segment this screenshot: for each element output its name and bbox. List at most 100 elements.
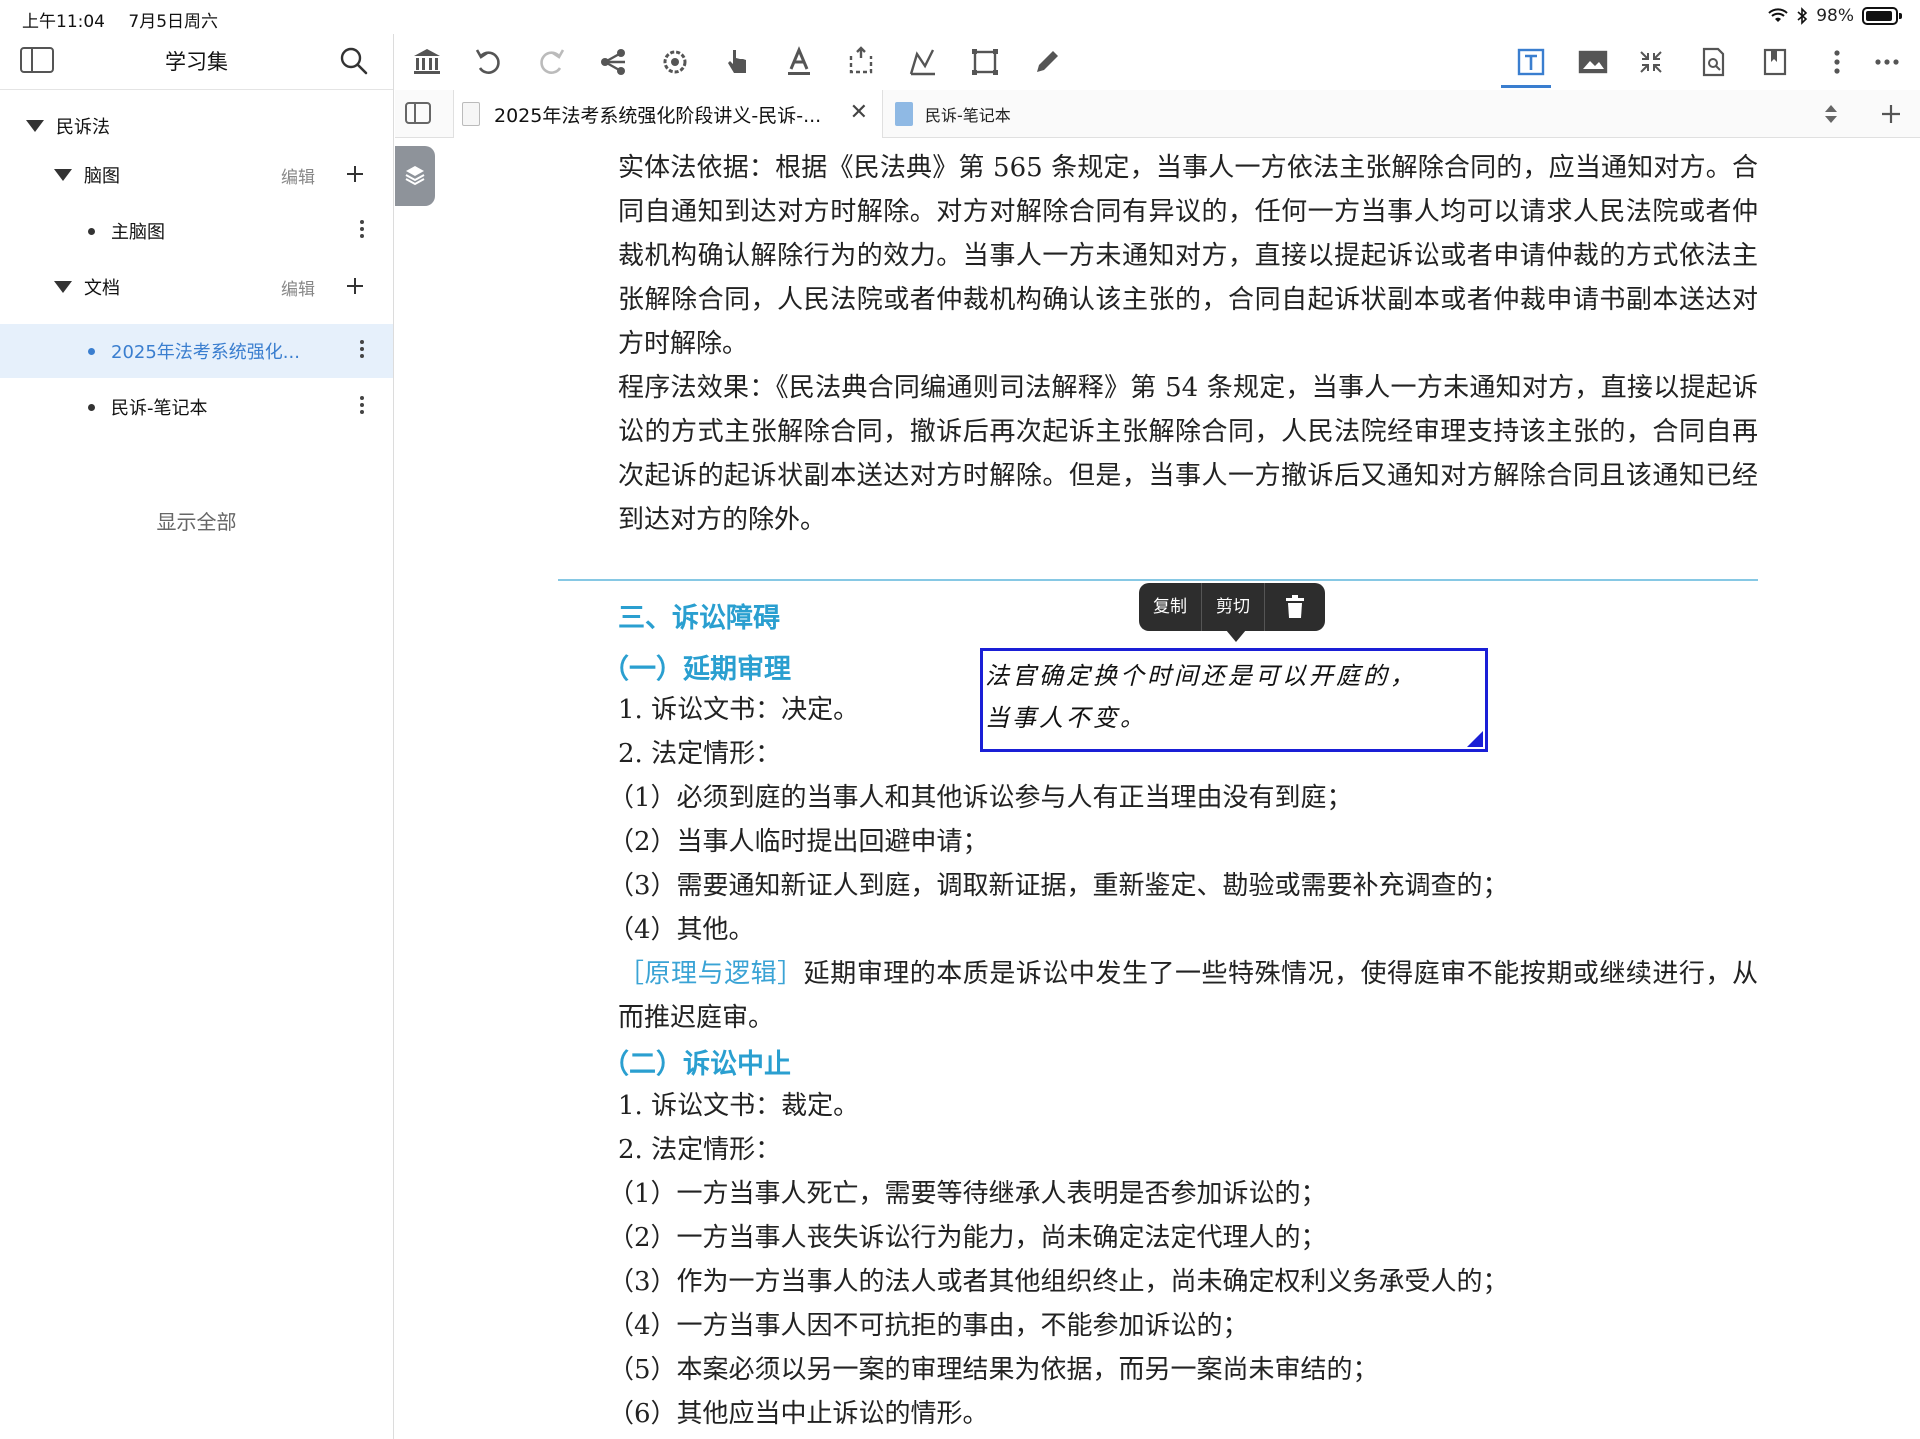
selection-rect-icon[interactable] bbox=[967, 44, 1003, 80]
text-color-icon[interactable] bbox=[781, 44, 817, 80]
tree-item-notebook[interactable]: 民诉-笔记本 bbox=[0, 380, 393, 434]
expand-triangle-icon[interactable] bbox=[54, 169, 72, 181]
share-icon[interactable] bbox=[595, 44, 631, 80]
tree-item-main-mindmap[interactable]: 主脑图 bbox=[0, 204, 393, 258]
status-indicators: 98% bbox=[1768, 6, 1902, 26]
sidebar: 学习集 民诉法 脑图 编辑 主脑图 文档 编辑 2025年法考系统强化... 民… bbox=[0, 34, 394, 1439]
document-icon bbox=[462, 102, 480, 126]
status-time: 上午11:04 bbox=[22, 12, 105, 32]
bullet-icon bbox=[88, 347, 95, 355]
text-line: 1. 诉讼文书：裁定。 bbox=[618, 1091, 860, 1121]
principle-paragraph: ［原理与逻辑］延期审理的本质是诉讼中发生了一些特殊情况，使得庭审不能按期或继续进… bbox=[558, 952, 1758, 1040]
add-icon[interactable] bbox=[339, 158, 371, 190]
textbox-line: 当事人不变。 bbox=[985, 704, 1147, 732]
list-item: （1）必须到庭的当事人和其他诉讼参与人有正当理由没有到庭； bbox=[608, 783, 1353, 813]
more-vertical-icon[interactable] bbox=[359, 338, 365, 362]
battery-icon bbox=[1862, 7, 1902, 25]
text-line: 2. 法定情形： bbox=[618, 739, 782, 769]
tree-group-documents[interactable]: 文档 编辑 bbox=[0, 260, 393, 314]
tree-item-label: 2025年法考系统强化... bbox=[111, 342, 300, 363]
shape-icon[interactable] bbox=[905, 44, 941, 80]
list-item: （2）当事人临时提出回避申请； bbox=[608, 827, 989, 857]
subsection-heading: （二）诉讼中止 bbox=[602, 1049, 791, 1080]
show-all-button[interactable]: 显示全部 bbox=[0, 506, 393, 535]
document-view[interactable]: 实体法依据：根据《民法典》第 565 条规定，当事人一方依法主张解除合同的，应当… bbox=[395, 139, 1920, 1439]
tree-group-mindmap[interactable]: 脑图 编辑 bbox=[0, 148, 393, 202]
textbox-line: 法官确定换个时间还是可以开庭的， bbox=[985, 662, 1417, 690]
expand-triangle-icon[interactable] bbox=[26, 120, 44, 132]
copy-button[interactable]: 复制 bbox=[1139, 583, 1201, 631]
hand-icon[interactable] bbox=[719, 44, 755, 80]
bookmark-icon[interactable] bbox=[1757, 44, 1793, 80]
notebook-icon bbox=[895, 102, 913, 126]
bluetooth-icon bbox=[1797, 7, 1808, 25]
paragraph-procedural-effect: 程序法效果：《民法典合同编通则司法解释》第 54 条规定，当事人一方未通知对方，… bbox=[618, 373, 1758, 535]
sidebar-header: 学习集 bbox=[0, 34, 393, 90]
undo-icon[interactable] bbox=[471, 44, 507, 80]
add-icon[interactable] bbox=[339, 270, 371, 302]
principle-tag: ［原理与逻辑］ bbox=[618, 959, 804, 989]
tree-root-civil-procedure[interactable]: 民诉法 bbox=[0, 99, 393, 153]
subsection-heading: （一）延期审理 bbox=[602, 654, 791, 685]
list-item: （6）其他应当中止诉讼的情形。 bbox=[608, 1399, 989, 1429]
list-item: （5）本案必须以另一案的审理结果为依据，而另一案尚未审结的； bbox=[608, 1355, 1379, 1385]
annotation-textbox[interactable]: 法官确定换个时间还是可以开庭的， 当事人不变。 bbox=[980, 648, 1488, 752]
image-icon[interactable] bbox=[1575, 44, 1611, 80]
more-horizontal-icon[interactable] bbox=[1869, 44, 1905, 80]
pen-icon[interactable] bbox=[1029, 44, 1065, 80]
tab-notebook[interactable]: 民诉-笔记本 bbox=[893, 90, 1223, 138]
tree-group-label: 文档 bbox=[84, 278, 120, 299]
text-line: 2. 法定情形： bbox=[618, 1135, 782, 1165]
layers-button[interactable] bbox=[395, 146, 435, 206]
layers-icon bbox=[405, 166, 425, 186]
trash-icon bbox=[1286, 595, 1304, 618]
collapse-icon[interactable] bbox=[1633, 44, 1669, 80]
tree-item-label: 主脑图 bbox=[111, 222, 165, 243]
sort-arrows-icon[interactable] bbox=[1823, 102, 1839, 126]
search-icon[interactable] bbox=[339, 46, 369, 76]
tree-root-label: 民诉法 bbox=[56, 117, 110, 138]
wifi-icon bbox=[1768, 8, 1788, 22]
list-item: （3）需要通知新证人到庭，调取新证据，重新鉴定、勘验或需要补充调查的； bbox=[608, 871, 1509, 901]
sidebar-title: 学习集 bbox=[165, 50, 228, 74]
tab-bar: 2025年法考系统强化阶段讲义-民诉-... ✕ 民诉-笔记本 bbox=[395, 90, 1920, 138]
more-vertical-icon[interactable] bbox=[359, 218, 365, 242]
status-bar: 上午11:04 7月5日周六 98% bbox=[0, 0, 1920, 34]
status-date: 7月5日周六 bbox=[128, 12, 219, 32]
status-time-date: 上午11:04 7月5日周六 bbox=[22, 7, 218, 32]
tree-item-lecture-doc[interactable]: 2025年法考系统强化... bbox=[0, 324, 393, 378]
more-vertical-icon[interactable] bbox=[1819, 44, 1855, 80]
tree-item-label: 民诉-笔记本 bbox=[111, 398, 208, 419]
settings-gear-icon[interactable] bbox=[657, 44, 693, 80]
list-item: （4）其他。 bbox=[608, 915, 755, 945]
delete-button[interactable] bbox=[1265, 583, 1325, 631]
tree-group-label: 脑图 bbox=[84, 166, 120, 187]
tab-lecture-doc[interactable]: 2025年法考系统强化阶段讲义-民诉-... ✕ bbox=[453, 90, 883, 138]
list-item: （4）一方当事人因不可抗拒的事由，不能参加诉讼的； bbox=[608, 1311, 1249, 1341]
active-tool-indicator bbox=[1501, 85, 1551, 88]
close-icon[interactable]: ✕ bbox=[850, 100, 868, 125]
battery-percent: 98% bbox=[1816, 6, 1854, 26]
split-view-icon[interactable] bbox=[405, 102, 431, 124]
bullet-icon bbox=[88, 403, 95, 411]
tab-label: 民诉-笔记本 bbox=[925, 106, 1011, 125]
search-doc-icon[interactable] bbox=[1695, 44, 1731, 80]
tab-label: 2025年法考系统强化阶段讲义-民诉-... bbox=[494, 104, 822, 127]
add-tab-icon[interactable] bbox=[1879, 102, 1903, 126]
context-menu: 复制 剪切 bbox=[1139, 583, 1325, 631]
textbox-icon[interactable] bbox=[1513, 44, 1549, 80]
redo-icon[interactable] bbox=[533, 44, 569, 80]
list-item: （2）一方当事人丧失诉讼行为能力，尚未确定法定代理人的； bbox=[608, 1223, 1327, 1253]
bullet-icon bbox=[88, 227, 95, 235]
edit-button[interactable]: 编辑 bbox=[281, 275, 315, 300]
crop-icon[interactable] bbox=[843, 44, 879, 80]
library-icon[interactable] bbox=[409, 44, 445, 80]
expand-triangle-icon[interactable] bbox=[54, 281, 72, 293]
textbox-content[interactable]: 法官确定换个时间还是可以开庭的， 当事人不变。 bbox=[985, 655, 1485, 739]
cut-button[interactable]: 剪切 bbox=[1202, 583, 1264, 631]
edit-button[interactable]: 编辑 bbox=[281, 163, 315, 188]
toolbar bbox=[395, 34, 1920, 90]
context-menu-pointer bbox=[1226, 630, 1246, 642]
more-vertical-icon[interactable] bbox=[359, 394, 365, 418]
resize-handle[interactable] bbox=[1467, 731, 1483, 747]
